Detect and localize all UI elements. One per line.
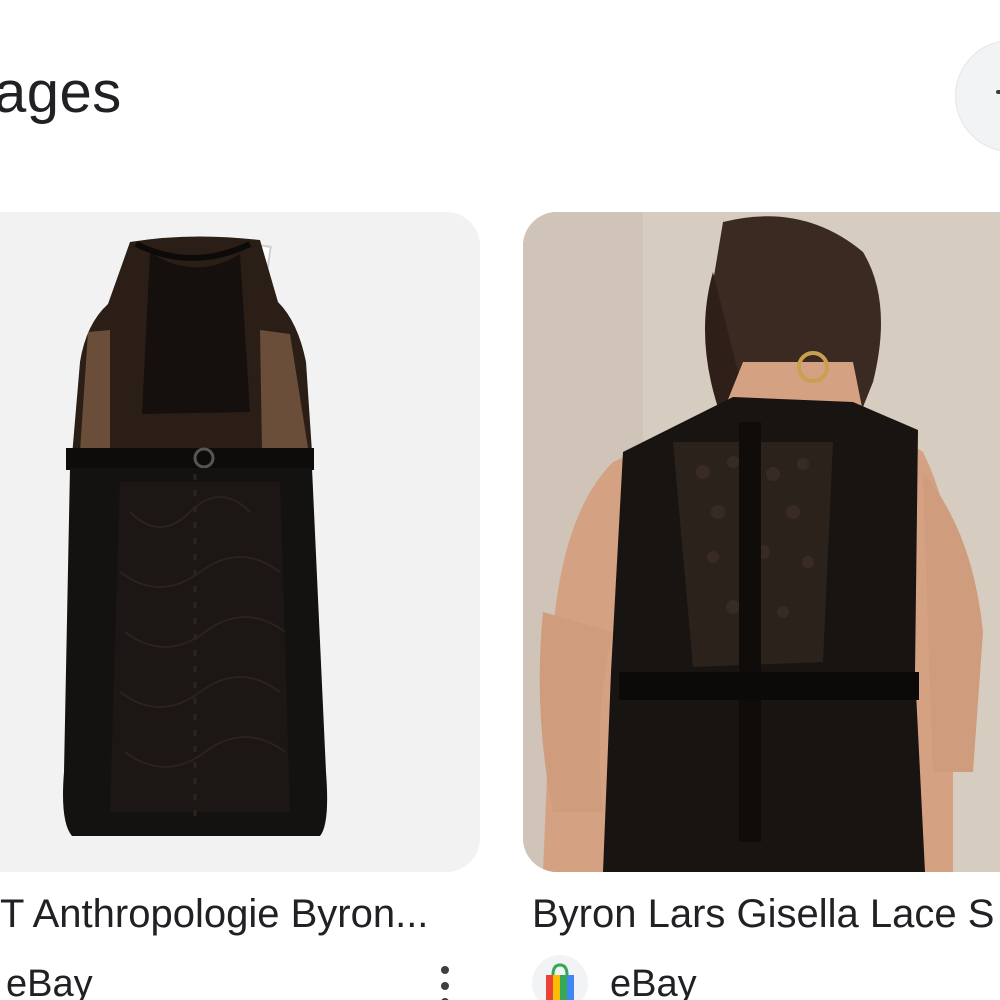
more-options-button[interactable] <box>425 962 465 1000</box>
result-image-card[interactable] <box>523 212 1000 872</box>
result-source[interactable]: eBay <box>610 960 697 1000</box>
more-vert-icon <box>441 966 449 974</box>
section-title: ages <box>0 60 122 125</box>
result-image-card[interactable] <box>0 212 480 872</box>
model-wearing-dress-image <box>523 212 1000 872</box>
chevron-right-icon <box>996 90 1000 94</box>
result-title[interactable]: T Anthropologie Byron... <box>0 890 475 938</box>
result-title[interactable]: Byron Lars Gisella Lace S <box>532 890 1000 938</box>
scroll-right-button[interactable] <box>955 40 1000 152</box>
shopping-bag-icon <box>532 955 588 1000</box>
result-source[interactable]: eBay <box>6 960 93 1000</box>
image-results-page: ages T Anthropologie Byron... eBay Byron… <box>0 0 1000 1000</box>
dress-product-image <box>0 212 480 872</box>
